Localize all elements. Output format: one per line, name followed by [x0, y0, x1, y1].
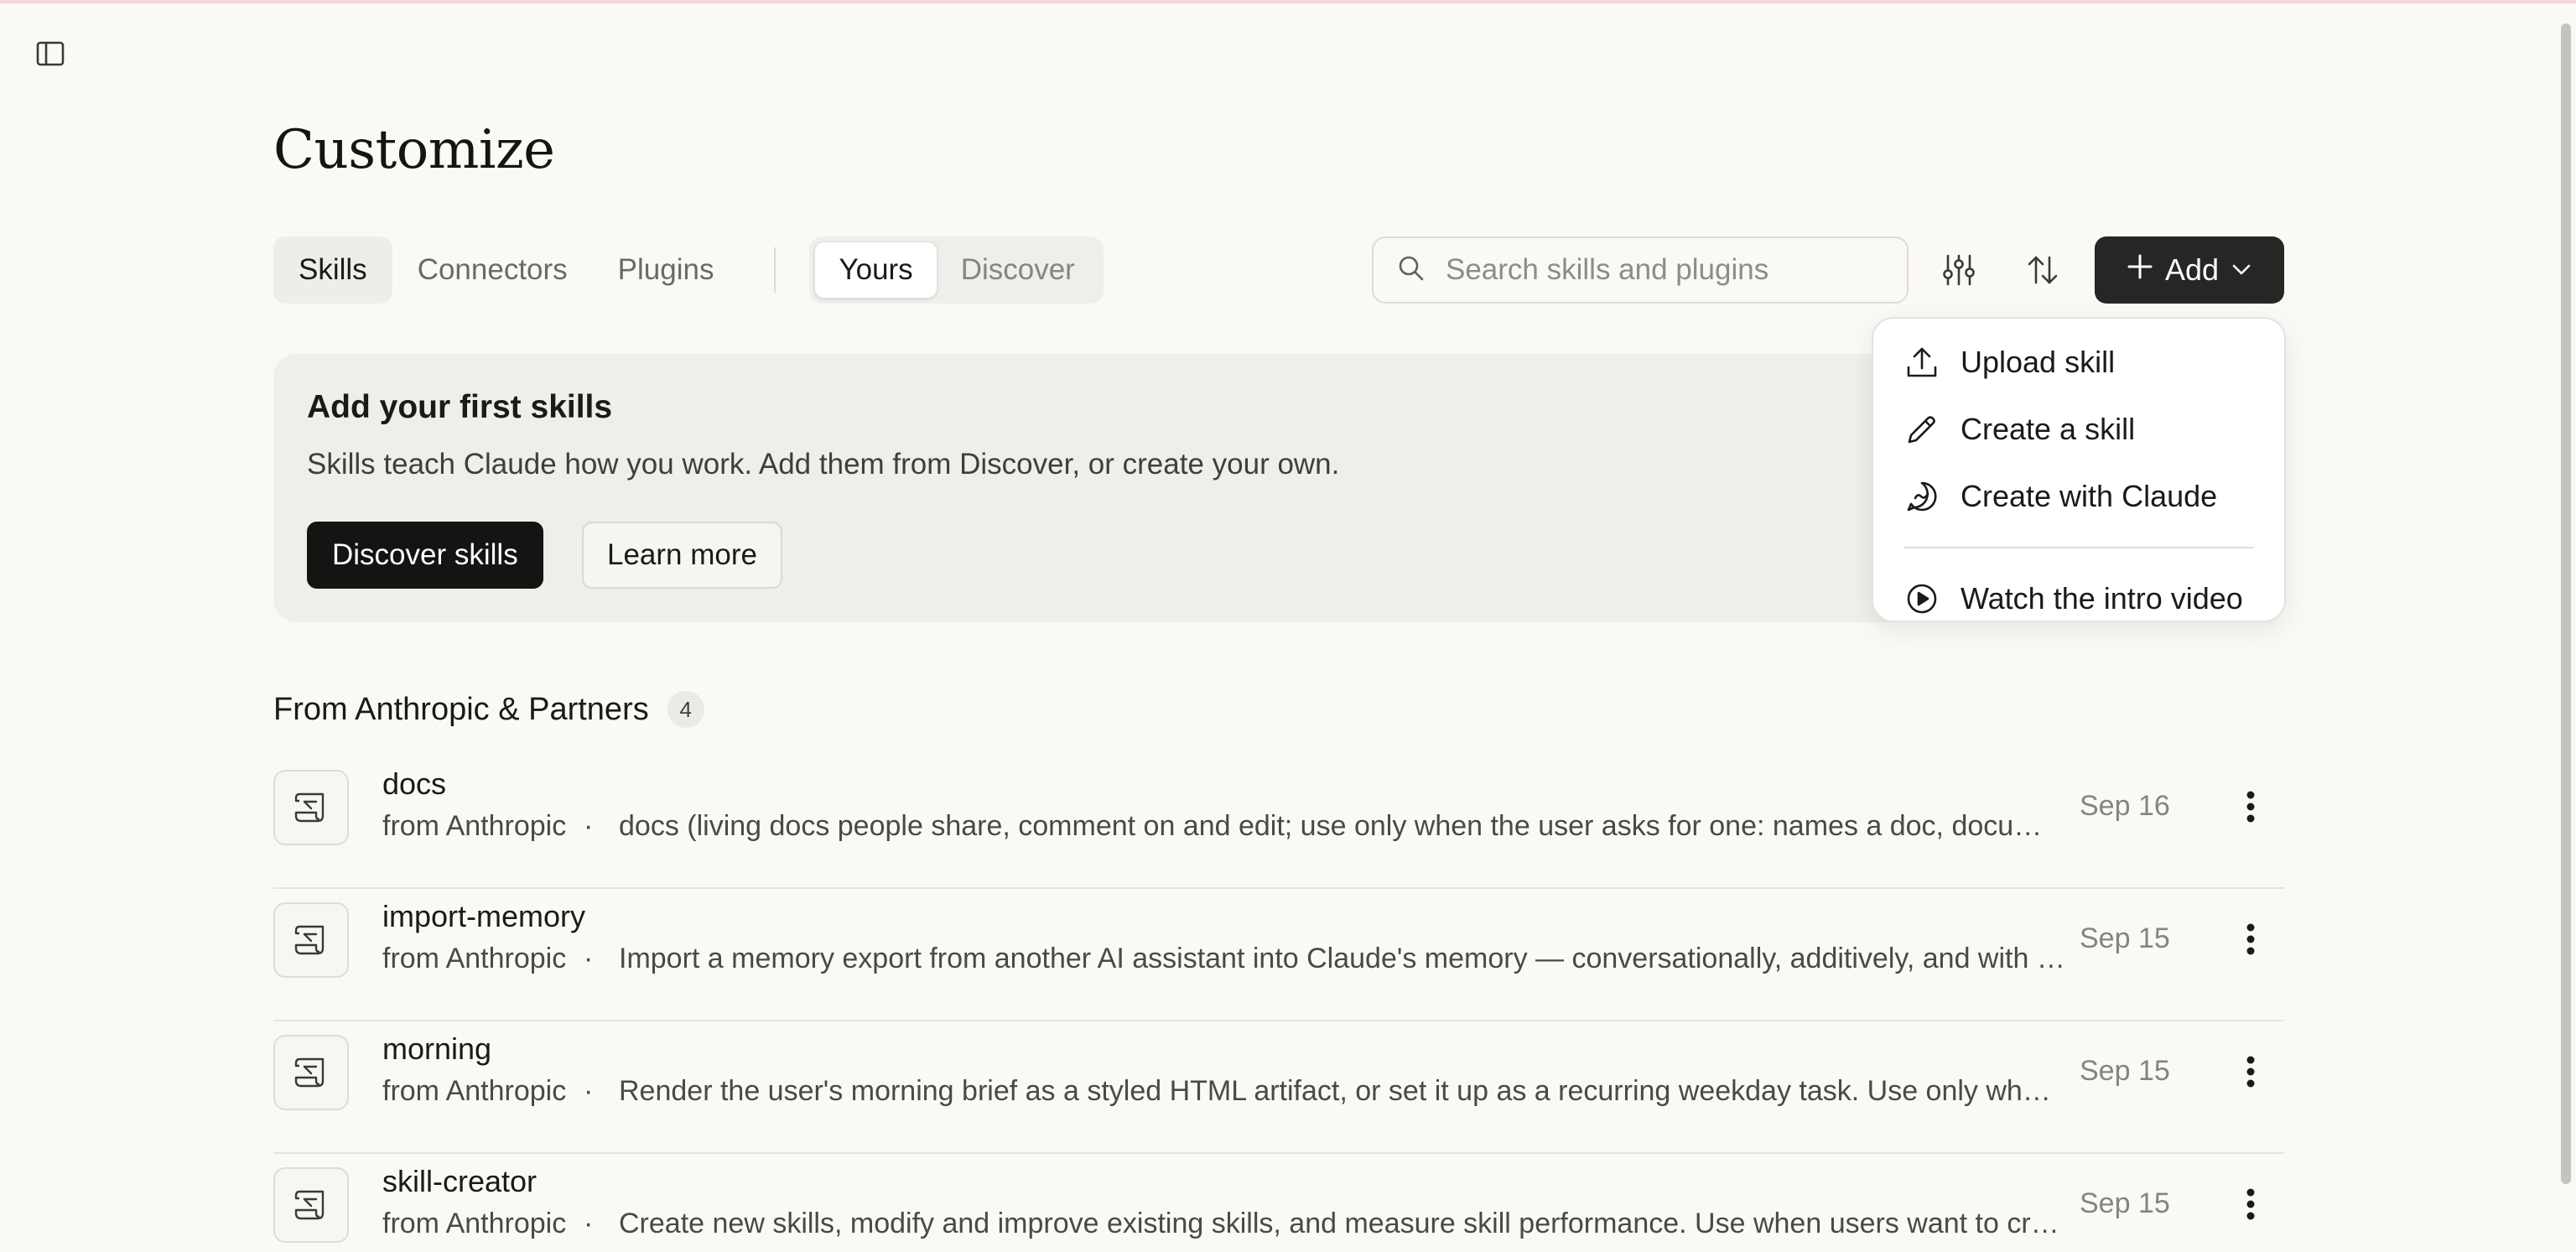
toggle-yours[interactable]: Yours	[814, 242, 937, 299]
menu-item-label: Upload skill	[1961, 345, 2116, 379]
scrollbar[interactable]	[2561, 23, 2571, 1184]
sidebar-toggle-icon[interactable]	[32, 37, 69, 70]
skill-description: docs (living docs people share, comment …	[619, 810, 2063, 842]
meta-separator: ·	[584, 943, 594, 974]
skill-row-skill-creator[interactable]: skill-creator from Anthropic · Create ne…	[273, 1154, 2284, 1252]
skill-date: Sep 16	[2080, 790, 2170, 822]
menu-item-label: Create with Claude	[1961, 479, 2218, 513]
skill-meta: from Anthropic	[382, 810, 600, 843]
meta-separator: ·	[584, 810, 594, 842]
more-options-icon[interactable]	[2227, 1047, 2274, 1097]
meta-separator: ·	[584, 1075, 594, 1107]
tab-connectors[interactable]: Connectors	[392, 236, 593, 304]
menu-item-create-skill[interactable]: Create a skill	[1873, 396, 2284, 463]
sort-icon[interactable]	[2011, 236, 2075, 304]
scroll-icon	[273, 1167, 349, 1243]
skill-date: Sep 15	[2080, 1055, 2170, 1087]
chat-bubble-icon	[1903, 478, 1940, 515]
page-title: Customize	[273, 119, 555, 181]
more-options-icon[interactable]	[2227, 1179, 2274, 1229]
scroll-icon	[273, 902, 349, 978]
add-menu-dropdown: Upload skill Create a skill Create with …	[1872, 317, 2286, 622]
skill-name: import-memory	[382, 899, 586, 933]
skill-source: from Anthropic	[382, 810, 567, 842]
plus-icon	[2127, 252, 2153, 288]
section-header: From Anthropic & Partners 4	[273, 691, 704, 728]
chevron-down-icon	[2231, 252, 2252, 288]
menu-divider	[1903, 547, 2254, 548]
skill-row-import-memory[interactable]: import-memory from Anthropic · Import a …	[273, 889, 2284, 1021]
count-badge: 4	[667, 691, 704, 728]
skill-source: from Anthropic	[382, 1208, 567, 1239]
customize-page: Customize Skills Connectors Plugins Your…	[0, 0, 2576, 1252]
menu-item-label: Watch the intro video	[1961, 581, 2243, 616]
add-button-label: Add	[2164, 252, 2220, 287]
more-options-icon[interactable]	[2227, 782, 2274, 832]
search-box	[1372, 236, 1909, 304]
search-icon	[1397, 254, 1426, 287]
skill-row-docs[interactable]: docs from Anthropic · docs (living docs …	[273, 756, 2284, 889]
skill-meta: from Anthropic	[382, 1208, 600, 1240]
play-circle-icon	[1903, 580, 1940, 617]
skill-date: Sep 15	[2080, 1187, 2170, 1219]
upload-icon	[1903, 344, 1940, 381]
scroll-icon	[273, 770, 349, 845]
menu-item-create-with-claude[interactable]: Create with Claude	[1873, 463, 2284, 530]
skill-description: Render the user's morning brief as a sty…	[619, 1075, 2063, 1107]
skill-meta: from Anthropic	[382, 943, 600, 975]
banner-title: Add your first skills	[307, 389, 613, 425]
ownership-toggle: Yours Discover	[809, 236, 1104, 304]
skill-name: docs	[382, 766, 447, 801]
add-button[interactable]: Add	[2095, 236, 2284, 304]
filter-icon[interactable]	[1927, 236, 1991, 304]
scroll-icon	[273, 1035, 349, 1110]
tab-skills[interactable]: Skills	[273, 236, 392, 304]
skill-name: skill-creator	[382, 1164, 538, 1198]
skill-name: morning	[382, 1031, 492, 1066]
skill-description: Create new skills, modify and improve ex…	[619, 1208, 2063, 1239]
skill-row-morning[interactable]: morning from Anthropic · Render the user…	[273, 1021, 2284, 1154]
search-input[interactable]	[1446, 253, 1882, 287]
meta-separator: ·	[584, 1208, 594, 1239]
learn-more-button[interactable]: Learn more	[582, 522, 782, 589]
skill-description: Import a memory export from another AI a…	[619, 943, 2078, 974]
tab-divider	[774, 247, 776, 293]
skill-source: from Anthropic	[382, 943, 567, 974]
discover-skills-button[interactable]: Discover skills	[307, 522, 543, 589]
pencil-icon	[1903, 411, 1940, 448]
tab-plugins[interactable]: Plugins	[593, 236, 740, 304]
menu-item-upload-skill[interactable]: Upload skill	[1873, 329, 2284, 396]
menu-item-label: Create a skill	[1961, 412, 2136, 446]
tabs-row: Skills Connectors Plugins Yours Discover	[273, 236, 1104, 304]
section-title: From Anthropic & Partners	[273, 691, 649, 727]
skill-meta: from Anthropic	[382, 1075, 600, 1108]
top-accent-bar	[0, 0, 2576, 3]
toggle-discover[interactable]: Discover	[937, 242, 1098, 299]
skill-date: Sep 15	[2080, 922, 2170, 954]
skill-source: from Anthropic	[382, 1075, 567, 1107]
banner-description: Skills teach Claude how you work. Add th…	[307, 448, 1340, 481]
more-options-icon[interactable]	[2227, 914, 2274, 964]
skills-list: docs from Anthropic · docs (living docs …	[273, 756, 2284, 1252]
menu-item-watch-intro-video[interactable]: Watch the intro video	[1873, 565, 2284, 632]
